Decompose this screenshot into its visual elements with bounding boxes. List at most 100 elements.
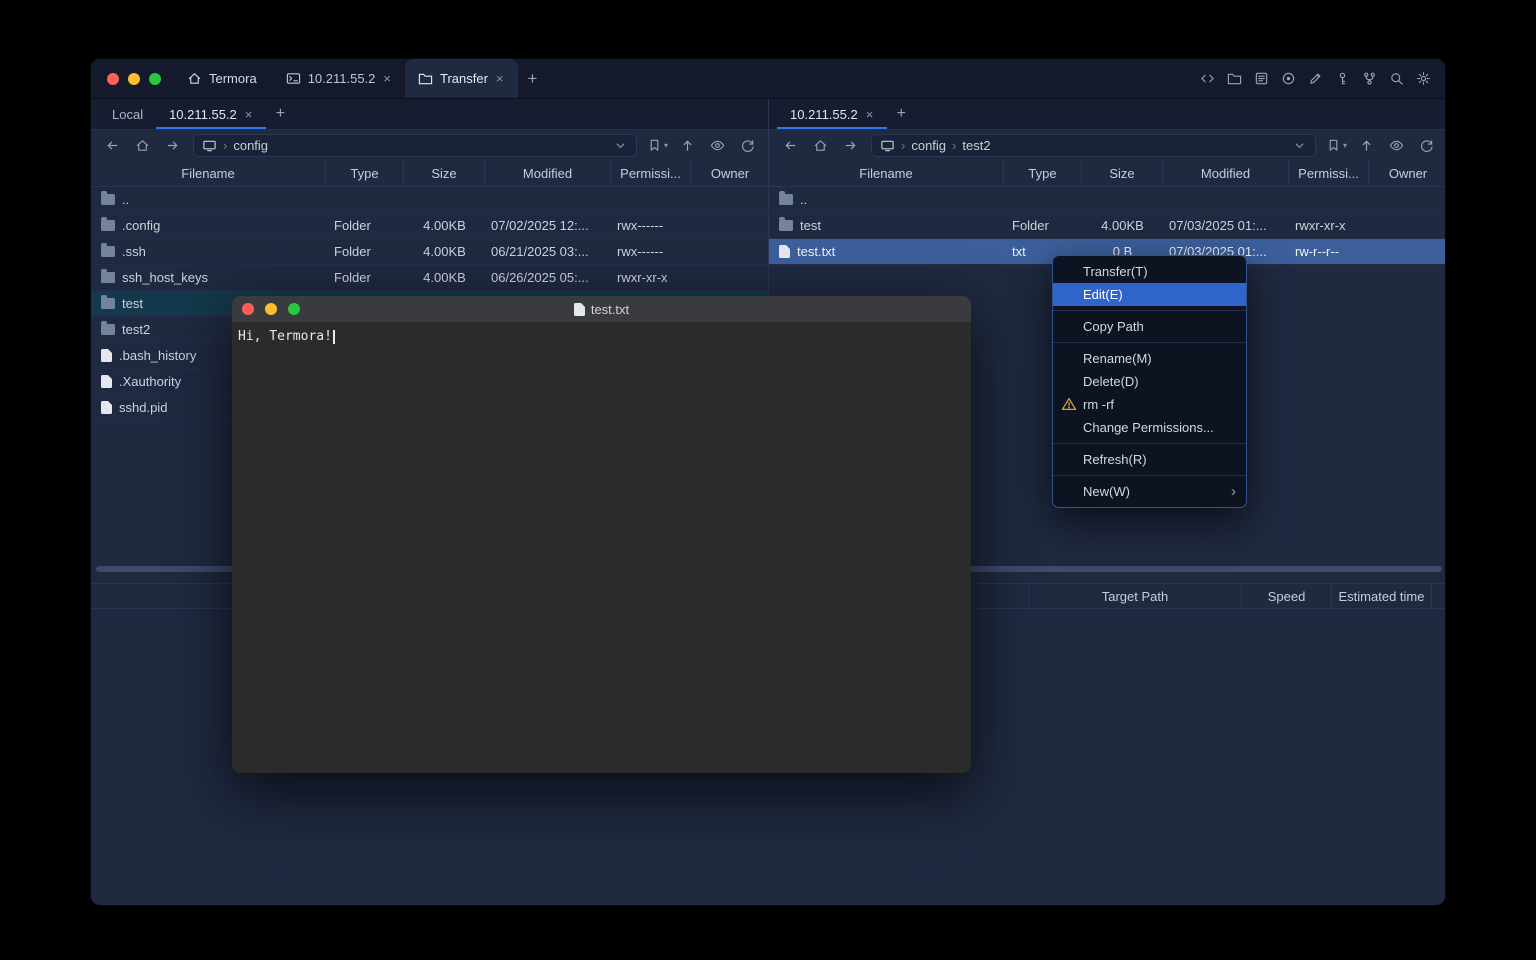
- close-window-button[interactable]: [107, 73, 119, 85]
- folder-icon: [101, 194, 115, 205]
- column-header-type[interactable]: Type: [1004, 160, 1082, 186]
- bookmark-button[interactable]: ▾: [1324, 138, 1349, 153]
- new-panel-tab-button[interactable]: +: [887, 99, 915, 129]
- permissions-cell: rwx------: [611, 213, 691, 238]
- keys-button[interactable]: [1332, 66, 1352, 92]
- refresh-button[interactable]: [734, 133, 760, 157]
- close-tab-icon[interactable]: ×: [495, 72, 505, 85]
- folders-button[interactable]: [1224, 66, 1244, 92]
- folder-icon: [418, 71, 433, 86]
- column-header-permissions[interactable]: Permissi...: [611, 160, 691, 186]
- search-button[interactable]: [1386, 66, 1406, 92]
- titlebar[interactable]: Termora 10.211.55.2 × Transfer × +: [91, 59, 1445, 99]
- home-button[interactable]: [807, 133, 833, 157]
- column-header-owner[interactable]: Owner: [1369, 160, 1446, 186]
- menu-item-label: Rename(M): [1083, 351, 1152, 366]
- refresh-button[interactable]: [1413, 133, 1439, 157]
- code-button[interactable]: [1197, 66, 1217, 92]
- record-button[interactable]: [1278, 66, 1298, 92]
- bookmark-icon: [647, 138, 662, 153]
- bookmark-button[interactable]: ▾: [645, 138, 670, 153]
- log-button[interactable]: [1251, 66, 1271, 92]
- column-header-owner[interactable]: Owner: [691, 160, 769, 186]
- owner-cell: [1369, 239, 1446, 264]
- parent-directory-button[interactable]: [1353, 133, 1379, 157]
- file-row[interactable]: ..: [769, 187, 1446, 213]
- settings-button[interactable]: [1413, 66, 1433, 92]
- key-icon: [1335, 71, 1350, 86]
- minimize-window-button[interactable]: [265, 303, 277, 315]
- file-row[interactable]: ssh_host_keys Folder 4.00KB 06/26/2025 0…: [91, 265, 768, 291]
- breadcrumb-segment[interactable]: config: [233, 138, 268, 153]
- tab-local[interactable]: Local: [99, 99, 156, 129]
- close-tab-icon[interactable]: ×: [244, 108, 254, 121]
- parent-directory-button[interactable]: [674, 133, 700, 157]
- owner-cell: [691, 239, 769, 264]
- new-panel-tab-button[interactable]: +: [266, 99, 294, 129]
- left-panel-tab-bar: Local 10.211.55.2 × +: [91, 99, 768, 130]
- back-button[interactable]: [777, 133, 803, 157]
- back-button[interactable]: [99, 133, 125, 157]
- column-header-size[interactable]: Size: [404, 160, 485, 186]
- file-row[interactable]: .ssh Folder 4.00KB 06/21/2025 03:... rwx…: [91, 239, 768, 265]
- edit-button[interactable]: [1305, 66, 1325, 92]
- tab-label: 10.211.55.2: [790, 107, 858, 122]
- path-breadcrumb[interactable]: › config: [193, 134, 637, 157]
- breadcrumb-segment[interactable]: config: [911, 138, 946, 153]
- editor-window-controls: [242, 303, 300, 315]
- column-header-modified[interactable]: Modified: [485, 160, 611, 186]
- arrow-left-icon: [783, 138, 798, 153]
- menu-item-label: Refresh(R): [1083, 452, 1147, 467]
- chevron-down-icon[interactable]: [613, 138, 628, 153]
- zoom-window-button[interactable]: [149, 73, 161, 85]
- close-tab-icon[interactable]: ×: [865, 108, 875, 121]
- size-cell: [1082, 187, 1163, 212]
- file-row[interactable]: .config Folder 4.00KB 07/02/2025 12:... …: [91, 213, 768, 239]
- menu-item-edit[interactable]: Edit(E): [1053, 283, 1246, 306]
- column-header-permissions[interactable]: Permissi...: [1289, 160, 1369, 186]
- folder-icon: [101, 246, 115, 257]
- column-header-filename[interactable]: Filename: [91, 160, 326, 186]
- column-header-type[interactable]: Type: [326, 160, 404, 186]
- new-tab-button[interactable]: +: [518, 59, 548, 98]
- zoom-window-button[interactable]: [288, 303, 300, 315]
- branch-button[interactable]: [1359, 66, 1379, 92]
- close-window-button[interactable]: [242, 303, 254, 315]
- forward-button[interactable]: [837, 133, 863, 157]
- file-row[interactable]: test Folder 4.00KB 07/03/2025 01:... rwx…: [769, 213, 1446, 239]
- show-hidden-files-button[interactable]: [1383, 133, 1409, 157]
- menu-item-rename[interactable]: Rename(M): [1053, 347, 1246, 370]
- breadcrumb-segment[interactable]: test2: [962, 138, 990, 153]
- editor-titlebar[interactable]: test.txt: [232, 296, 971, 323]
- arrow-right-icon: [843, 138, 858, 153]
- tab-remote-host[interactable]: 10.211.55.2 ×: [777, 99, 887, 129]
- menu-item-change-permissions[interactable]: Change Permissions...: [1053, 416, 1246, 439]
- menu-item-new[interactable]: New(W) ›: [1053, 480, 1246, 503]
- menu-item-refresh[interactable]: Refresh(R): [1053, 448, 1246, 471]
- eye-icon: [1389, 138, 1404, 153]
- path-breadcrumb[interactable]: › config › test2: [871, 134, 1316, 157]
- arrow-up-icon: [680, 138, 695, 153]
- menu-item-rm-rf[interactable]: rm -rf: [1053, 393, 1246, 416]
- file-row[interactable]: ..: [91, 187, 768, 213]
- menu-item-copy-path[interactable]: Copy Path: [1053, 315, 1246, 338]
- tab-remote-host[interactable]: 10.211.55.2 ×: [156, 99, 266, 129]
- home-button[interactable]: [129, 133, 155, 157]
- menu-item-delete[interactable]: Delete(D): [1053, 370, 1246, 393]
- tab-transfer[interactable]: Transfer ×: [405, 59, 518, 98]
- minimize-window-button[interactable]: [128, 73, 140, 85]
- show-hidden-files-button[interactable]: [704, 133, 730, 157]
- chevron-down-icon[interactable]: [1292, 138, 1307, 153]
- transfer-col-target-path: Target Path: [1028, 584, 1241, 608]
- owner-cell: [1369, 187, 1446, 212]
- column-header-size[interactable]: Size: [1082, 160, 1163, 186]
- editor-content[interactable]: Hi, Termora!: [232, 323, 971, 773]
- menu-item-transfer[interactable]: Transfer(T): [1053, 260, 1246, 283]
- modified-cell: [1163, 187, 1289, 212]
- column-header-filename[interactable]: Filename: [769, 160, 1004, 186]
- submenu-arrow-icon: ›: [1231, 484, 1236, 499]
- forward-button[interactable]: [159, 133, 185, 157]
- tab-host[interactable]: 10.211.55.2 ×: [273, 59, 405, 98]
- column-header-modified[interactable]: Modified: [1163, 160, 1289, 186]
- close-tab-icon[interactable]: ×: [382, 72, 392, 85]
